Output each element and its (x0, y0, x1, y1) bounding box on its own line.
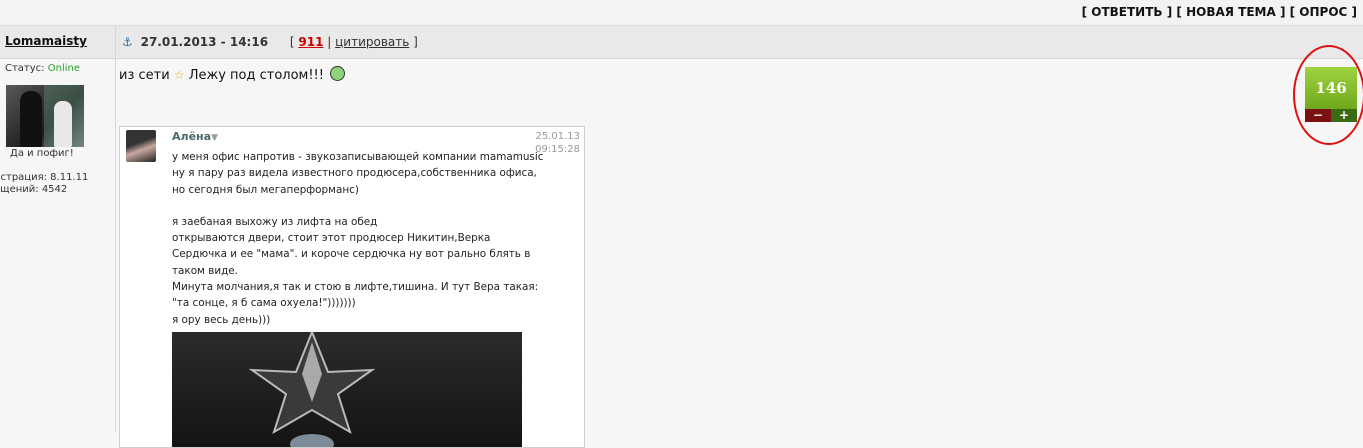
quote-line: у меня офис напротив - звукозаписывающей… (172, 151, 544, 163)
quote-line: я заебаная выхожу из лифта на обед (172, 215, 378, 228)
post-text-start: из сети (119, 68, 170, 83)
quote-image[interactable] (172, 332, 522, 447)
author-username[interactable]: Lomamaisty (5, 34, 87, 48)
quote-line-blank (172, 198, 532, 214)
quote-line: Сердючка и ее "мама". и короче сердючка … (172, 248, 531, 261)
new-topic-button[interactable]: [ НОВАЯ ТЕМА ] (1176, 5, 1285, 19)
poll-button[interactable]: [ ОПРОС ] (1290, 5, 1357, 19)
post-number-link[interactable]: 911 (298, 35, 323, 49)
quote-link[interactable]: цитировать (335, 35, 409, 49)
quote-line: я ору весь день))) (172, 313, 271, 326)
avatar-figure (20, 91, 42, 147)
avatar[interactable] (6, 85, 84, 147)
rating-plus-button[interactable]: + (1331, 109, 1357, 122)
post-links: [ 911 | цитировать ] (289, 35, 418, 49)
quote-line: таком виде. (172, 264, 238, 277)
author-stats: истрация: 8.11.11 бщений: 4542 (0, 172, 88, 196)
post-count: бщений: 4542 (0, 184, 68, 195)
star-icon: ☆ (173, 68, 185, 82)
status-online: Online (47, 63, 80, 74)
embedded-quote: Алёна▼ 25.01.13 09:15:28 у меня офис нап… (119, 126, 585, 448)
top-toolbar: [ ОТВЕТИТЬ ] [ НОВАЯ ТЕМА ] [ ОПРОС ] (0, 0, 1363, 26)
post-meta: ⚓ 27.01.2013 - 14:16 [ 911 | цитировать … (122, 35, 418, 49)
quote-line: но сегодня был мегаперформанс) (172, 183, 359, 196)
quote-date: 25.01.13 (535, 131, 580, 142)
status-label: Статус: (5, 63, 45, 74)
author-sidebar: Lomamaisty Статус: Online Да и пофиг! ис… (0, 26, 116, 432)
author-status: Статус: Online (5, 63, 80, 74)
quote-author[interactable]: Алёна▼ (172, 130, 218, 143)
post-datetime: 27.01.2013 - 14:16 (140, 35, 269, 49)
quote-avatar[interactable] (126, 130, 156, 162)
quote-line: "та сонце, я б сама охуела!"))))))) (172, 297, 356, 310)
author-motto: Да и пофиг! (10, 148, 74, 159)
quote-line: ну я пару раз видела известного продюсер… (172, 167, 537, 180)
registration-date: истрация: 8.11.11 (0, 172, 89, 183)
rating-minus-button[interactable]: − (1305, 109, 1331, 122)
rating-widget: 146 − + (1305, 67, 1357, 122)
avatar-figure (54, 101, 72, 147)
star-trophy-image (248, 332, 376, 447)
quote-author-name: Алёна (172, 130, 212, 143)
post-text-end: Лежу под столом!!! (188, 68, 324, 83)
quote-line: открываются двери, стоит этот продюсер Н… (172, 232, 491, 245)
quote-line: Минута молчания,я так и стою в лифте,тиш… (172, 281, 539, 294)
dropdown-arrow-icon: ▼ (211, 133, 218, 143)
post-body: из сети ☆ Лежу под столом!!! (119, 66, 346, 83)
rating-value: 146 (1305, 67, 1357, 109)
quote-text: у меня офис напротив - звукозаписывающей… (172, 149, 544, 328)
anchor-icon[interactable]: ⚓ (122, 35, 133, 49)
reply-button[interactable]: [ ОТВЕТИТЬ ] (1082, 5, 1173, 19)
smiley-icon (330, 66, 346, 81)
topic-actions: [ ОТВЕТИТЬ ] [ НОВАЯ ТЕМА ] [ ОПРОС ] (1082, 5, 1357, 19)
